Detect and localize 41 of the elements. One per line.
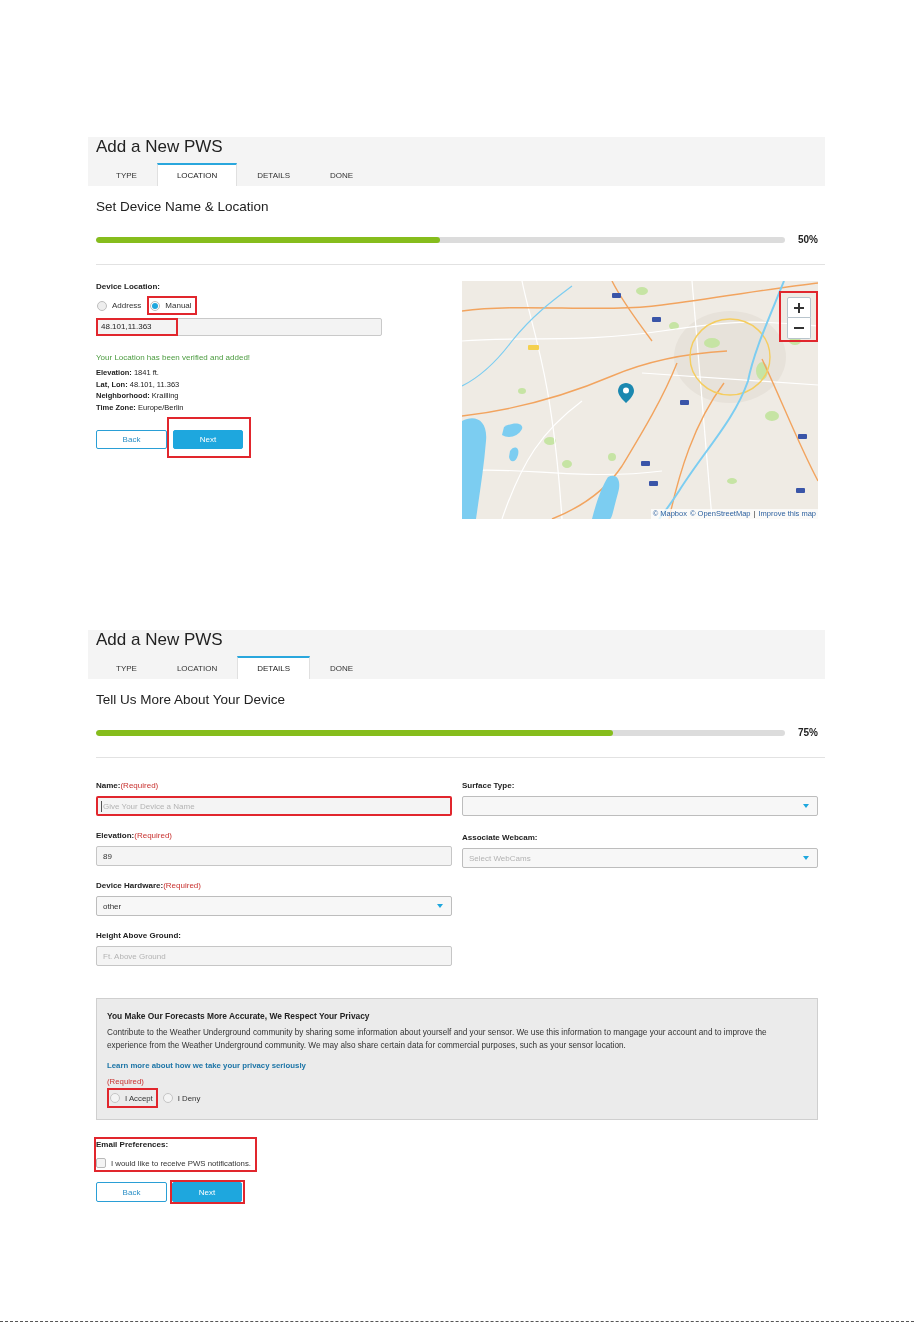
- field-label: Height Above Ground:: [96, 931, 182, 940]
- privacy-title: You Make Our Forecasts More Accurate, We Respect Your Privacy: [107, 1010, 371, 1022]
- coordinates-field[interactable]: 48.101,11.363: [96, 318, 382, 336]
- step-tab[interactable]: DETAILS: [237, 656, 310, 679]
- progress-percent: 75%: [798, 726, 818, 740]
- minus-icon: [794, 327, 804, 329]
- field-label: Surface Type:: [462, 781, 515, 790]
- caret-icon: [803, 856, 809, 860]
- step-tab[interactable]: DONE: [309, 656, 374, 679]
- step-tab[interactable]: TYPE: [96, 163, 157, 186]
- radio-option[interactable]: Address: [96, 298, 145, 313]
- field-label: Associate Webcam:: [462, 833, 538, 842]
- step-tab[interactable]: DONE: [309, 163, 374, 186]
- text-field[interactable]: 89: [96, 846, 452, 866]
- required-note: (Required): [163, 881, 201, 890]
- step-tab[interactable]: LOCATION: [156, 656, 238, 679]
- back-button[interactable]: Back: [96, 429, 167, 449]
- page-title: Add a New PWS: [96, 137, 224, 158]
- required-note: (Required): [120, 781, 159, 790]
- page-title: Add a New PWS: [96, 630, 224, 651]
- required-note: (Required): [134, 831, 173, 840]
- privacy-text: Contribute to the Weather Underground community by sharing some information about yourself and your sensor. We use this information to mangage your account and to improve the experience from the Weather Underground community. We may also share certain data for commercial purposes, such as your sensor location.: [107, 1027, 768, 1052]
- step-tab[interactable]: TYPE: [96, 656, 157, 679]
- caret-icon: [437, 904, 443, 908]
- step-heading: Tell Us More About Your Device: [96, 692, 287, 708]
- zoom-in-button[interactable]: [787, 297, 811, 318]
- step-tab[interactable]: LOCATION: [156, 163, 238, 186]
- radio-option[interactable]: Manual: [149, 298, 195, 313]
- dropdown-field[interactable]: [462, 796, 818, 816]
- status-message: Your Location has been verified and added!: [96, 352, 252, 364]
- step-tab[interactable]: DETAILS: [237, 163, 310, 186]
- back-button[interactable]: Back: [96, 1182, 167, 1202]
- field-label: Email Preferences:: [96, 1140, 169, 1150]
- field-label: Device Location:: [96, 282, 161, 292]
- caret-icon: [803, 804, 809, 808]
- progress-percent: 50%: [798, 233, 818, 247]
- map-pin-icon: [618, 383, 634, 403]
- zoom-out-button[interactable]: [787, 318, 811, 339]
- step-heading: Set Device Name & Location: [96, 199, 270, 215]
- plus-icon: [794, 302, 804, 313]
- dropdown-field[interactable]: other: [96, 896, 452, 916]
